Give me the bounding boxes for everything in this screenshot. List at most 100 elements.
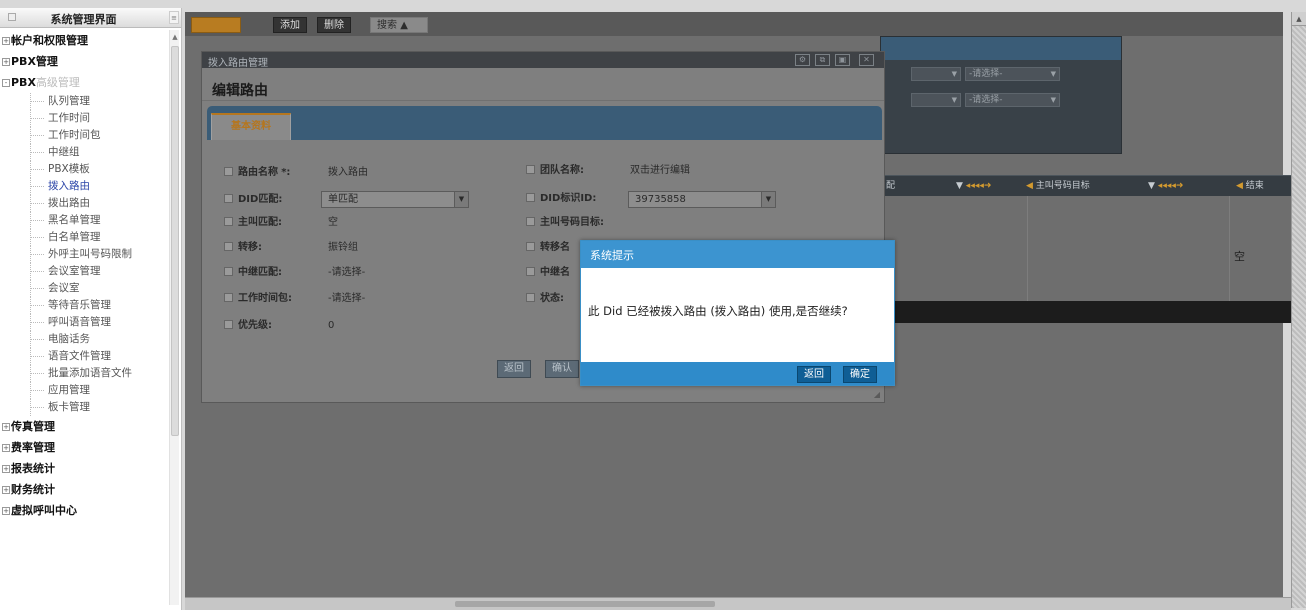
column-header-caller-target[interactable]: ◀ 主叫号码目标 [1026,179,1090,193]
column-header-match[interactable]: 配 [886,179,895,193]
priority-value[interactable]: 0 [328,317,334,335]
settings-icon[interactable]: ⚙ [795,54,810,66]
sidebar-group-accounts[interactable]: + 帐户和权限管理 [0,30,168,51]
sidebar-title: 系统管理界面 [50,13,117,26]
sidebar: 系统管理界面 ≡ ▲ + 帐户和权限管理 + PBX管理 - PBX高级管理 队列管理… [0,8,182,610]
restore-icon[interactable]: ⧉ [815,54,830,66]
sidebar-group-fax[interactable]: + 传真管理 [0,416,168,437]
caller-match-value[interactable]: 空 [328,214,338,232]
checkbox-icon[interactable] [526,266,535,276]
field-label: 转移: [238,242,262,253]
sidebar-item-caller-limit[interactable]: 外呼主叫号码限制 [0,246,168,263]
trunk-match-value[interactable]: -请选择- [328,264,365,282]
close-icon[interactable]: ✕ [859,54,874,66]
sidebar-item-worktime-pack[interactable]: 工作时间包 [0,127,168,144]
sort-arrow-icon[interactable]: ▼ ◂◂◂◂➜ [1148,179,1183,193]
sidebar-item-queue[interactable]: 队列管理 [0,93,168,110]
dialog-back-button[interactable]: 返回 [797,366,831,383]
add-button[interactable]: 添加 [273,17,307,33]
back-button[interactable]: 返回 [497,360,531,378]
checkbox-icon[interactable] [526,164,535,174]
toolbar-button-1[interactable] [191,17,241,33]
sidebar-group-vcc[interactable]: + 虚拟呼叫中心 [0,500,168,521]
expand-icon[interactable]: + [2,58,10,66]
resize-grip-icon[interactable]: ◢ [874,390,880,399]
search-select-1[interactable]: -请选择- ▼ [965,67,1060,81]
search-select-op-1[interactable]: ▼ [911,67,961,81]
confirm-button[interactable]: 确认 [545,360,579,378]
worktime-pack-value[interactable]: -请选择- [328,290,365,308]
sidebar-item-blacklist[interactable]: 黑名单管理 [0,212,168,229]
window-titlebar[interactable]: 拨入路由管理 ⚙ ⧉ ▣ ✕ [202,52,884,69]
expand-icon[interactable]: + [2,37,10,45]
sidebar-item-card-mgmt[interactable]: 板卡管理 [0,399,168,416]
main-horizontal-scrollbar[interactable] [185,597,1291,610]
checkbox-icon[interactable] [224,193,233,203]
expand-icon[interactable]: + [2,465,10,473]
maximize-icon[interactable]: ▣ [835,54,850,66]
sidebar-group-rates[interactable]: + 费率管理 [0,437,168,458]
checkbox-icon[interactable] [526,192,535,202]
sidebar-item-voice-files[interactable]: 语音文件管理 [0,348,168,365]
sidebar-item-batch-voice[interactable]: 批量添加语音文件 [0,365,168,382]
expand-icon[interactable]: + [2,486,10,494]
checkbox-icon[interactable] [224,292,233,302]
checkbox-icon[interactable] [526,292,535,302]
sidebar-item-conference-mgmt[interactable]: 会议室管理 [0,263,168,280]
team-name-value[interactable]: 双击进行编辑 [630,162,690,180]
field-status: 状态: [526,290,564,308]
checkbox-icon[interactable] [224,216,233,226]
search-select-2[interactable]: -请选择- ▼ [965,93,1060,107]
field-label: 路由名称 [238,167,278,178]
sidebar-item-hold-music[interactable]: 等待音乐管理 [0,297,168,314]
arrow-left-icon: ◀ [1026,181,1033,191]
checkbox-icon[interactable] [224,241,233,251]
expand-icon[interactable]: + [2,444,10,452]
sidebar-item-whitelist[interactable]: 白名单管理 [0,229,168,246]
sidebar-item-trunk-group[interactable]: 中继组 [0,144,168,161]
did-match-select[interactable]: 单匹配 ▼ [321,191,469,208]
scroll-up-arrow-icon[interactable]: ▲ [170,30,180,44]
horizontal-scroll-thumb[interactable] [455,601,715,607]
did-id-select[interactable]: 39735858 ▼ [628,191,776,208]
tab-basic-info[interactable]: 基本资料 [211,113,291,140]
checkbox-icon[interactable] [224,266,233,276]
sidebar-item-conference[interactable]: 会议室 [0,280,168,297]
search-button[interactable]: 搜索 ▲ [370,17,428,33]
checkbox-icon[interactable] [224,319,233,329]
column-header-end[interactable]: ◀ 结束 [1236,179,1264,193]
column-header-label: 结束 [1245,181,1264,191]
field-route-name: 路由名称 *: [224,164,290,182]
transfer-value[interactable]: 振铃组 [328,239,358,257]
sidebar-item-call-voice[interactable]: 呼叫语音管理 [0,314,168,331]
sidebar-group-reports[interactable]: + 报表统计 [0,458,168,479]
sidebar-scrollbar[interactable]: ▲ [169,30,179,605]
checkbox-icon[interactable] [526,241,535,251]
checkbox-icon[interactable] [224,166,233,176]
sidebar-item-inbound-route[interactable]: 拨入路由 [0,178,168,195]
sidebar-item-pbx-template[interactable]: PBX模板 [0,161,168,178]
route-name-value[interactable]: 拨入路由 [328,164,368,182]
sidebar-group-pbx[interactable]: + PBX管理 [0,51,168,72]
search-select-op-2[interactable]: ▼ [911,93,961,107]
sidebar-group-finance[interactable]: + 财务统计 [0,479,168,500]
sidebar-scroll-thumb[interactable] [171,46,179,436]
sidebar-item-outbound-route[interactable]: 拨出路由 [0,195,168,212]
sidebar-item-worktime[interactable]: 工作时间 [0,110,168,127]
dialog-ok-button[interactable]: 确定 [843,366,877,383]
delete-button[interactable]: 删除 [317,17,351,33]
collapse-icon[interactable]: - [2,79,10,87]
sidebar-item-app-mgmt[interactable]: 应用管理 [0,382,168,399]
sidebar-item-pc-phone[interactable]: 电脑话务 [0,331,168,348]
scroll-up-arrow-icon[interactable]: ▲ [1292,12,1306,26]
dialog-titlebar[interactable]: 系统提示 [581,241,894,268]
main-vertical-scrollbar[interactable]: ▲ [1291,12,1306,608]
sort-arrow-icon[interactable]: ▼ ◂◂◂◂➜ [956,179,991,193]
sidebar-pin-icon[interactable]: ≡ [169,11,179,24]
sidebar-group-pbx-advanced[interactable]: - PBX高级管理 [0,72,168,93]
checkbox-icon[interactable] [526,216,535,226]
table-cell: 空 [1234,250,1245,263]
sidebar-group-label: 报表统计 [11,462,55,475]
expand-icon[interactable]: + [2,423,10,431]
expand-icon[interactable]: + [2,507,10,515]
